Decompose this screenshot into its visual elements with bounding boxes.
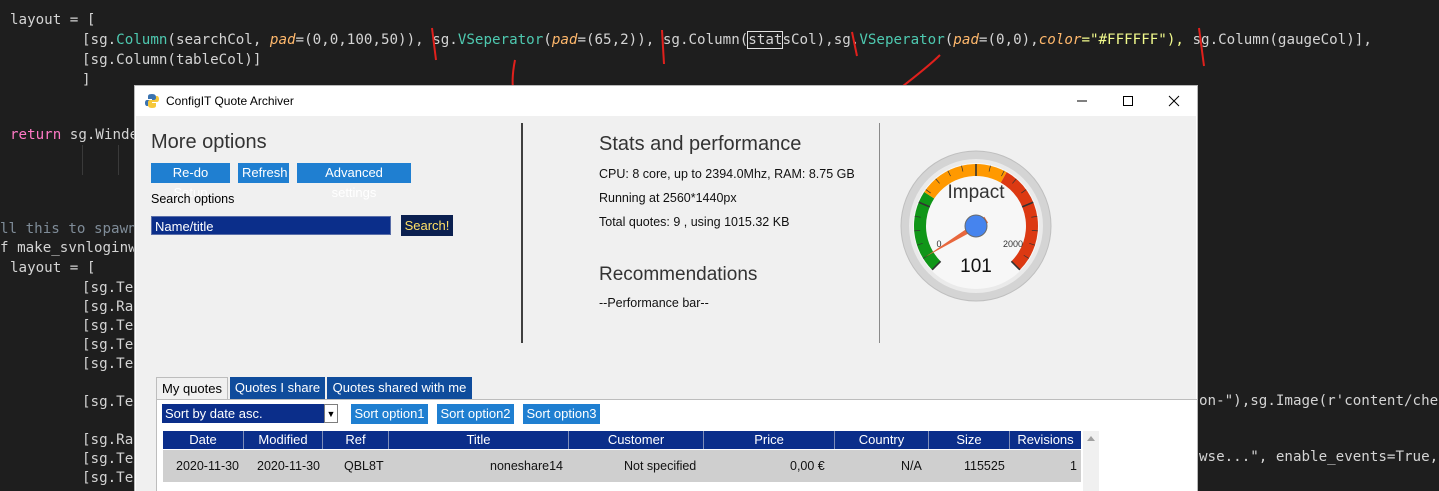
stats-heading: Stats and performance [599, 133, 802, 155]
resolution-stat: Running at 2560*1440px [599, 191, 737, 205]
annotation-stroke [1198, 27, 1205, 67]
column-header-modified[interactable]: Modified [244, 431, 323, 449]
performance-bar-label: --Performance bar-- [599, 296, 709, 310]
code-line: [sg.Tex [82, 470, 142, 486]
code-line-tail: wse...", enable_events=True, [1199, 449, 1439, 465]
cell-revisions: 1 [1070, 459, 1077, 473]
app-window: ConfigIT Quote Archiver More options Re-… [135, 86, 1197, 491]
impact-gauge: Impact 0 2000 101 [900, 150, 1052, 302]
advanced-settings-button[interactable]: Advanced settings [297, 163, 411, 200]
maximize-button[interactable] [1105, 86, 1151, 116]
refresh-button[interactable]: Refresh [238, 163, 289, 183]
gauge-max-label: 2000 [1003, 239, 1023, 249]
close-button[interactable] [1151, 86, 1197, 116]
tab-my-quotes[interactable]: My quotes [156, 377, 228, 400]
sort-option3-button[interactable]: Sort option3 [523, 404, 600, 424]
redo-setup-button[interactable]: Re-do Setup [151, 163, 230, 200]
column-header-size[interactable]: Size [929, 431, 1010, 449]
tab-quotes-i-share[interactable]: Quotes I share [230, 377, 325, 399]
sort-dropdown-value: Sort by date asc. [165, 406, 263, 421]
annotation-stroke [431, 27, 437, 61]
title-bar[interactable]: ConfigIT Quote Archiver [135, 86, 1197, 116]
sort-option2-button[interactable]: Sort option2 [437, 404, 514, 424]
tab-panel-my-quotes: Sort by date asc. ▼ Sort option1 Sort op… [156, 399, 1197, 491]
code-line: [sg.Rad [82, 299, 142, 315]
cell-date: 2020-11-30 [176, 459, 240, 473]
minimize-icon [1077, 100, 1087, 102]
cell-country: N/A [901, 459, 922, 473]
total-quotes-stat: Total quotes: 9 , using 1015.32 KB [599, 215, 790, 229]
close-icon [1168, 95, 1180, 107]
search-input[interactable]: Name/title [151, 216, 391, 235]
code-line: [sg.Rad [82, 432, 142, 448]
code-token: return [10, 127, 62, 143]
code-line: [sg.Tex [82, 337, 142, 353]
cpu-stat: CPU: 8 core, up to 2394.0Mhz, RAM: 8.75 … [599, 167, 855, 181]
cell-title: noneshare14 [490, 459, 563, 473]
annotation-stroke [661, 29, 665, 65]
minimize-button[interactable] [1059, 86, 1105, 116]
code-line: [sg.Tex [82, 356, 142, 372]
code-line-tail: on-"),sg.Image(r'content/che [1199, 393, 1439, 409]
sort-option1-button[interactable]: Sort option1 [351, 404, 428, 424]
scroll-up-icon[interactable] [1083, 431, 1099, 445]
table-header: Date Modified Ref Title Customer Price C… [163, 431, 1081, 449]
chevron-down-icon[interactable]: ▼ [324, 404, 338, 423]
gauge-value: 101 [960, 256, 992, 277]
maximize-icon [1123, 96, 1133, 106]
code-line-return: return sg.Winde [10, 125, 138, 145]
code-token: sg.Winde [61, 127, 139, 143]
code-line-layout2: layout = [ [10, 258, 95, 278]
sort-dropdown[interactable]: Sort by date asc. ▼ [162, 404, 338, 423]
gauge-hub [964, 214, 988, 238]
cell-modified: 2020-11-30 [257, 459, 321, 473]
column-header-customer[interactable]: Customer [569, 431, 704, 449]
column-header-revisions[interactable]: Revisions [1010, 431, 1081, 449]
cell-customer: Not specified [624, 459, 697, 473]
search-button[interactable]: Search! [401, 215, 453, 236]
code-line-def: f make_svnloginw [0, 240, 137, 256]
annotation-stroke [851, 31, 858, 57]
code-line: [sg.Tex [82, 451, 142, 467]
code-line: [sg.Tex [82, 318, 142, 334]
column-header-country[interactable]: Country [835, 431, 929, 449]
search-options-label: Search options [151, 192, 235, 206]
code-line: [sg.Tex [82, 394, 142, 410]
code-token: = [ [61, 260, 96, 276]
table-row[interactable]: 2020-11-30 2020-11-30 QBL8T noneshare14 … [163, 450, 1081, 482]
code-line: [sg.Tex [82, 280, 142, 296]
code-line-comment: ll this to spawn [0, 221, 137, 237]
code-token: layout [10, 260, 62, 276]
table-scrollbar[interactable] [1083, 431, 1099, 491]
cell-ref: QBL8T [344, 459, 384, 473]
recommendations-heading: Recommendations [599, 264, 758, 285]
tab-quotes-shared-with-me[interactable]: Quotes shared with me [327, 377, 472, 399]
vertical-separator [521, 123, 523, 343]
vertical-separator [879, 123, 880, 343]
column-header-title[interactable]: Title [389, 431, 569, 449]
cell-price: 0,00 € [790, 459, 825, 473]
cell-size: 115525 [964, 459, 1005, 473]
column-header-date[interactable]: Date [163, 431, 244, 449]
column-header-ref[interactable]: Ref [323, 431, 389, 449]
gauge-label: Impact [947, 182, 1005, 203]
more-options-heading: More options [151, 131, 267, 153]
indent-guide [82, 145, 83, 175]
column-header-price[interactable]: Price [704, 431, 835, 449]
window-client-area: More options Re-do Setup Refresh Advance… [136, 116, 1197, 491]
python-icon [145, 94, 159, 108]
window-title: ConfigIT Quote Archiver [166, 94, 294, 108]
indent-guide [118, 145, 119, 175]
